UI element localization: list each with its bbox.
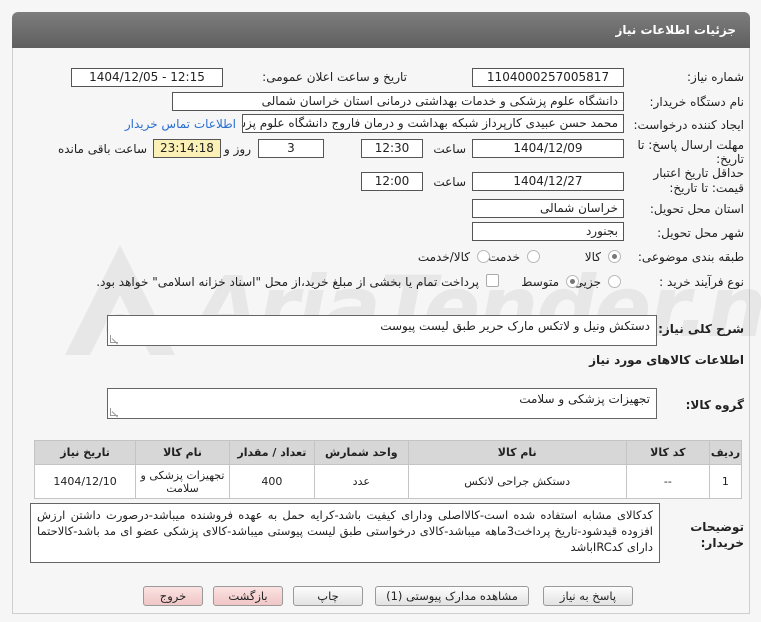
cell-row: 1: [708, 464, 743, 499]
province-label: استان محل تحویل:: [649, 202, 744, 216]
col-unit: واحد شمارش: [313, 440, 409, 465]
exit-button[interactable]: خروج: [143, 586, 203, 606]
cell-code: --: [625, 464, 710, 499]
cell-qty: 400: [228, 464, 315, 499]
creator-label: ایجاد کننده درخواست:: [633, 118, 744, 132]
radio-service-label: خدمت: [488, 250, 520, 264]
buyer-field: دانشگاه علوم پزشکی و خدمات بهداشتی درمان…: [172, 92, 624, 111]
validity-time-label: ساعت: [433, 175, 466, 189]
contact-buyer-link[interactable]: اطلاعات تماس خریدار: [125, 117, 236, 131]
goods-group-label: گروه کالا:: [685, 398, 744, 412]
remaining-time-field: 23:14:18: [153, 139, 221, 158]
description-field: دستکش ونیل و لاتکس مارک حریر طبق لیست پی…: [107, 315, 657, 346]
radio-goods-service[interactable]: [477, 250, 490, 263]
city-field: بجنورد: [472, 222, 624, 241]
days-field: 3: [258, 139, 324, 158]
province-field: خراسان شمالی: [472, 199, 624, 218]
radio-goods-service-label: کالا/خدمت: [417, 250, 470, 264]
deadline-time-field: 12:30: [361, 139, 423, 158]
radio-medium[interactable]: [566, 275, 579, 288]
validity-label: حداقل تاریخ اعتبار: [653, 166, 744, 180]
goods-group-field: تجهیزات پزشکی و سلامت: [107, 388, 657, 419]
validity-time-field: 12:00: [361, 172, 423, 191]
buyer-label: نام دستگاه خریدار:: [649, 95, 745, 109]
goods-group-text: تجهیزات پزشکی و سلامت: [519, 392, 650, 406]
payment-note: پرداخت تمام یا بخشی از مبلغ خرید،از محل …: [96, 275, 479, 289]
process-label: نوع فرآیند خرید :: [659, 275, 744, 289]
goods-info-title: اطلاعات کالاهای مورد نیاز: [589, 353, 744, 367]
page-header: جزئیات اطلاعات نیاز: [12, 12, 750, 48]
col-name: نام کالا: [407, 440, 627, 465]
description-text: دستکش ونیل و لاتکس مارک حریر طبق لیست پی…: [380, 319, 650, 333]
radio-goods-label: کالا: [584, 250, 601, 264]
need-number-label: شماره نیاز:: [687, 70, 744, 84]
cell-date: 1404/12/10: [33, 464, 137, 499]
resize-handle-icon[interactable]: [110, 408, 118, 416]
notes-label: توضیحات: [690, 520, 744, 534]
radio-service[interactable]: [527, 250, 540, 263]
print-button[interactable]: چاپ: [293, 586, 363, 606]
radio-medium-label: متوسط: [521, 275, 559, 289]
col-row: ردیف: [708, 440, 743, 465]
validity-date-field: 1404/12/27: [472, 172, 624, 191]
radio-goods[interactable]: [608, 250, 621, 263]
col-group: نام کالا: [135, 440, 230, 465]
table-row: 1 -- دستکش جراحی لاتکس عدد 400 تجهیزات پ…: [33, 464, 743, 499]
page-title: جزئیات اطلاعات نیاز: [615, 23, 736, 37]
attachments-button[interactable]: مشاهده مدارک پیوستی (1): [375, 586, 529, 606]
notes-label-2: خریدار:: [700, 536, 744, 550]
radio-partial[interactable]: [608, 275, 621, 288]
deadline-label-2: تاریخ:: [716, 152, 744, 166]
remaining-label: ساعت باقی مانده: [57, 142, 147, 156]
cell-unit: عدد: [313, 464, 409, 499]
deadline-label: مهلت ارسال پاسخ: تا: [637, 138, 744, 152]
treasury-checkbox[interactable]: [486, 274, 499, 287]
reply-button[interactable]: پاسخ به نیاز: [543, 586, 633, 606]
need-number-field: 1104000257005817: [472, 68, 624, 87]
table-header-row: ردیف کد کالا نام کالا واحد شمارش تعداد /…: [33, 440, 743, 465]
back-button[interactable]: بازگشت: [213, 586, 283, 606]
deadline-date-field: 1404/12/09: [472, 139, 624, 158]
category-label: طبقه بندی موضوعی:: [637, 250, 744, 264]
announce-label: تاریخ و ساعت اعلان عمومی:: [262, 70, 407, 84]
notes-field: کدکالای مشابه استفاده شده است-کالااصلی و…: [30, 503, 660, 563]
days-and-label: روز و: [224, 142, 251, 156]
creator-field: محمد حسن عبیدی کارپرداز شبکه بهداشت و در…: [242, 114, 624, 133]
cell-group: تجهیزات پزشکی و سلامت: [135, 464, 230, 499]
city-label: شهر محل تحویل:: [657, 226, 744, 240]
announce-field: 1404/12/05 - 12:15: [71, 68, 223, 87]
col-code: کد کالا: [625, 440, 710, 465]
col-date: تاریخ نیاز: [33, 440, 137, 465]
description-label: شرح کلی نیاز:: [658, 322, 744, 336]
validity-label-2: قیمت: تا تاریخ:: [669, 181, 744, 195]
resize-handle-icon[interactable]: [110, 335, 118, 343]
items-table: ردیف کد کالا نام کالا واحد شمارش تعداد /…: [33, 440, 743, 499]
cell-name: دستکش جراحی لاتکس: [407, 464, 627, 499]
col-qty: تعداد / مقدار: [228, 440, 315, 465]
deadline-time-label: ساعت: [433, 142, 466, 156]
